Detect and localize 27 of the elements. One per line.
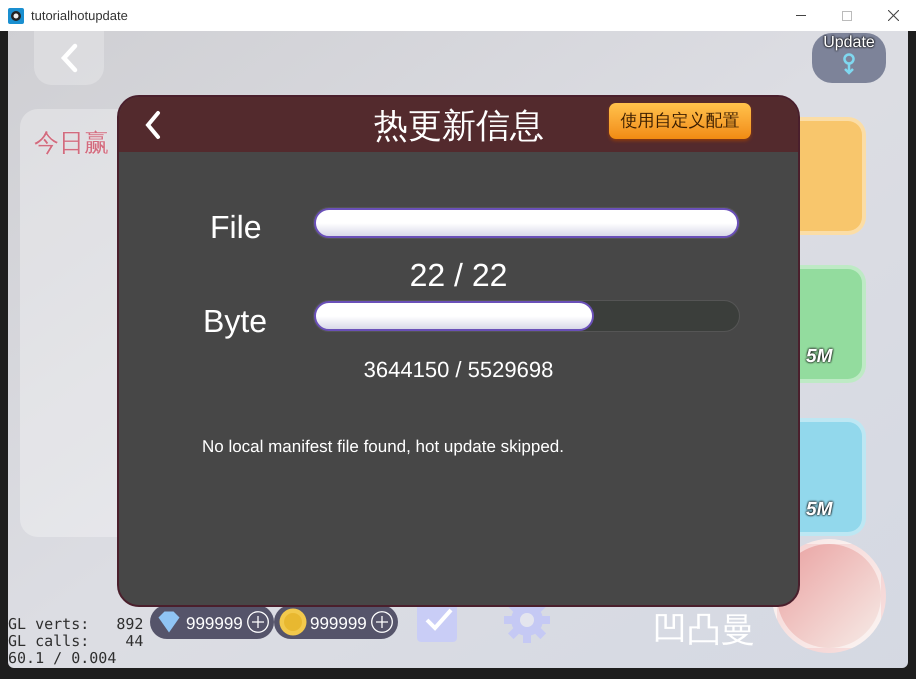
update-button[interactable]: Update	[812, 33, 886, 83]
minimize-icon	[796, 15, 806, 16]
progress-label: Byte	[203, 302, 268, 341]
debug-stats: 60.1 / 0.004	[8, 650, 116, 667]
progress-label: File	[210, 208, 262, 247]
dealer-limit: 5M	[806, 345, 832, 369]
currency-amount: 999999	[186, 613, 243, 635]
custom-config-button[interactable]: 使用自定义配置	[609, 103, 751, 139]
app-icon	[8, 8, 24, 24]
coin-icon	[278, 607, 308, 637]
dealer-limit: 5M	[806, 498, 832, 522]
dialog-title: 热更新信息	[374, 105, 544, 148]
chevron-left-icon	[145, 110, 161, 140]
add-icon[interactable]	[370, 610, 394, 634]
maximize-icon	[842, 10, 852, 20]
today-label: 今日赢	[34, 128, 109, 159]
status-message: No local manifest file found, hot update skipped.	[202, 436, 564, 458]
debug-stats: GL calls: 44	[8, 633, 144, 650]
add-icon[interactable]	[246, 610, 270, 634]
chevron-left-icon	[59, 43, 79, 73]
progress-reading: 22 / 22	[410, 256, 508, 295]
currency-amount: 999999	[310, 613, 367, 635]
window-title: tutorialhotupdate	[31, 6, 128, 25]
close-icon	[888, 10, 898, 21]
progress-reading: 3644150 / 5529698	[364, 356, 554, 384]
debug-stats: GL verts: 892	[8, 616, 144, 633]
download-icon	[841, 53, 857, 75]
